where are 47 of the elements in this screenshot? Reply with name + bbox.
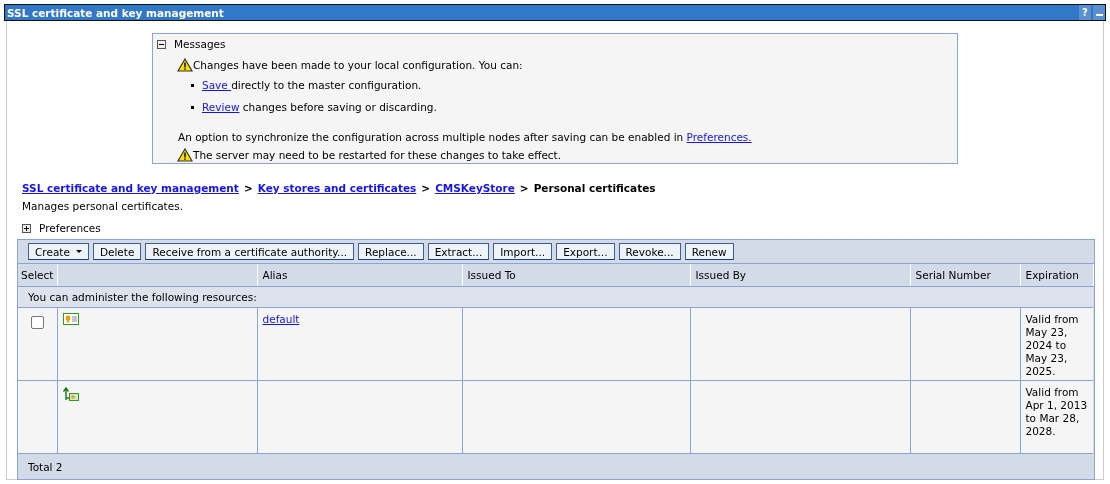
collapse-icon[interactable]	[157, 39, 166, 49]
column-header: Issued By	[690, 264, 910, 287]
toolbar-button[interactable]: Extract...	[427, 243, 490, 260]
option-link[interactable]: Save	[202, 79, 232, 91]
toolbar-button[interactable]: Revoke...	[618, 243, 681, 260]
alias-link[interactable]: default	[262, 313, 300, 325]
column-header: Expiration	[1020, 264, 1093, 287]
window-title: SSL certificate and key management	[6, 6, 224, 19]
preferences-title: Preferences	[39, 222, 101, 234]
toolbar-button[interactable]: Create	[28, 243, 89, 260]
column-header: Select	[18, 264, 57, 287]
table-cell: Valid from Apr 1, 2013 to Mar 28, 2028.	[1020, 380, 1093, 454]
signer-certificate-icon	[62, 386, 79, 402]
option-text: Review changes before saving or discarding.	[202, 101, 437, 113]
table-cell: Valid from May 23, 2024 to May 23, 2025.	[1020, 307, 1093, 381]
warning-icon	[177, 58, 193, 72]
toolbar-button[interactable]: Export...	[556, 243, 615, 260]
toolbar-button[interactable]: Renew	[684, 243, 734, 260]
breadcrumb-link[interactable]: SSL certificate and key management	[22, 182, 239, 194]
breadcrumb-separator: >	[243, 182, 253, 194]
minimize-button[interactable]	[1093, 5, 1105, 20]
row-checkbox[interactable]	[30, 316, 44, 329]
toolbar-button[interactable]: Import...	[493, 243, 553, 260]
option-text: Save directly to the master configuration.	[202, 79, 422, 91]
warning-text: Changes have been made to your local configuration. You can:	[193, 59, 523, 71]
resources-note: You can administer the following resources:	[18, 286, 1093, 308]
expand-icon[interactable]	[22, 223, 31, 233]
toolbar-button[interactable]: Receive from a certificate authority...	[145, 243, 355, 260]
toolbar-button[interactable]: Delete	[92, 243, 142, 260]
sync-text: An option to synchronize the configuration across multiple nodes after saving can be enabled in Preferences.	[178, 131, 752, 143]
breadcrumb-link[interactable]: Key stores and certificates	[257, 182, 417, 194]
preferences-link[interactable]: Preferences.	[686, 131, 752, 143]
column-header: Serial Number	[910, 264, 1020, 287]
caret-icon	[75, 250, 82, 253]
breadcrumb-current: Personal certificates	[533, 182, 656, 194]
warning-icon	[177, 148, 193, 162]
certificate-icon	[62, 313, 79, 325]
breadcrumb-link[interactable]: CMSKeyStore	[435, 182, 515, 194]
page-description: Manages personal certificates.	[22, 200, 184, 214]
restart-warning-text: The server may need to be restarted for these changes to take effect.	[193, 149, 562, 161]
column-header: Alias	[257, 264, 462, 287]
toolbar-button[interactable]: Replace...	[358, 243, 424, 260]
messages-title: Messages	[174, 38, 226, 50]
option-link[interactable]: Review	[202, 101, 240, 113]
breadcrumb-separator: >	[519, 182, 529, 194]
column-header: Issued To	[462, 264, 690, 287]
breadcrumb-separator: >	[421, 182, 431, 194]
